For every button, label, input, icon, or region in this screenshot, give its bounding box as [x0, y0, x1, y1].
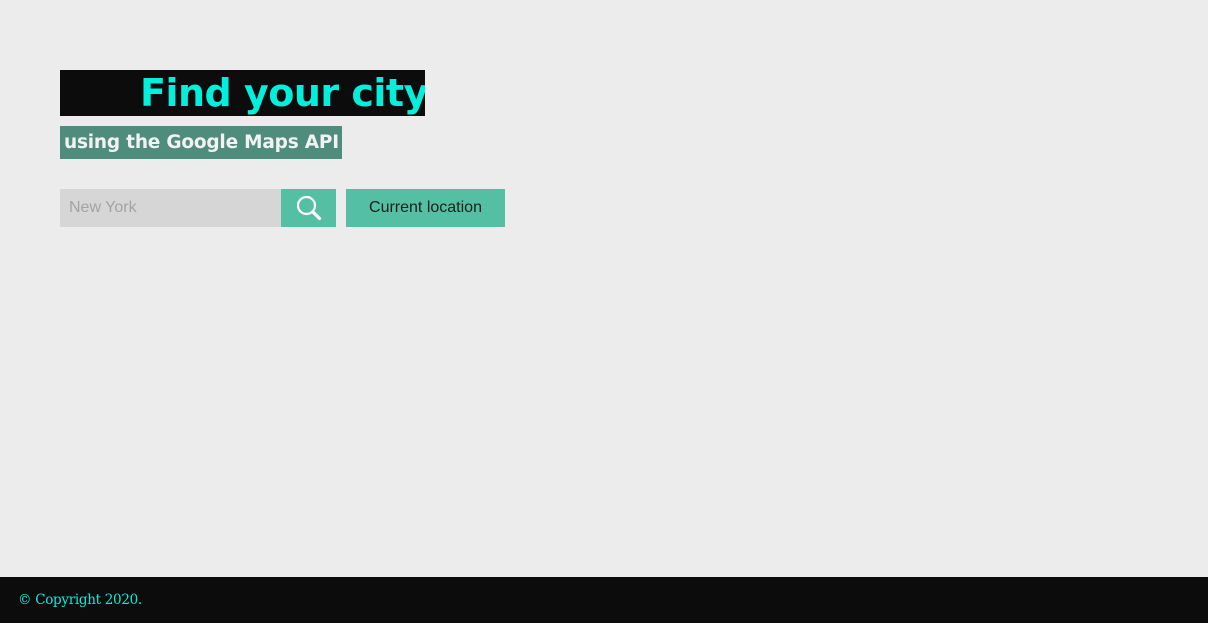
current-location-button[interactable]: Current location: [346, 189, 505, 227]
search-button[interactable]: [281, 189, 336, 227]
page-subtitle: using the Google Maps API: [60, 126, 342, 159]
page-title: Find your city: [60, 70, 425, 116]
city-search-input[interactable]: [60, 189, 281, 227]
page: Find your city using the Google Maps API…: [0, 0, 1208, 623]
footer-copyright: © Copyright 2020.: [18, 592, 142, 608]
footer: © Copyright 2020.: [0, 577, 1208, 623]
